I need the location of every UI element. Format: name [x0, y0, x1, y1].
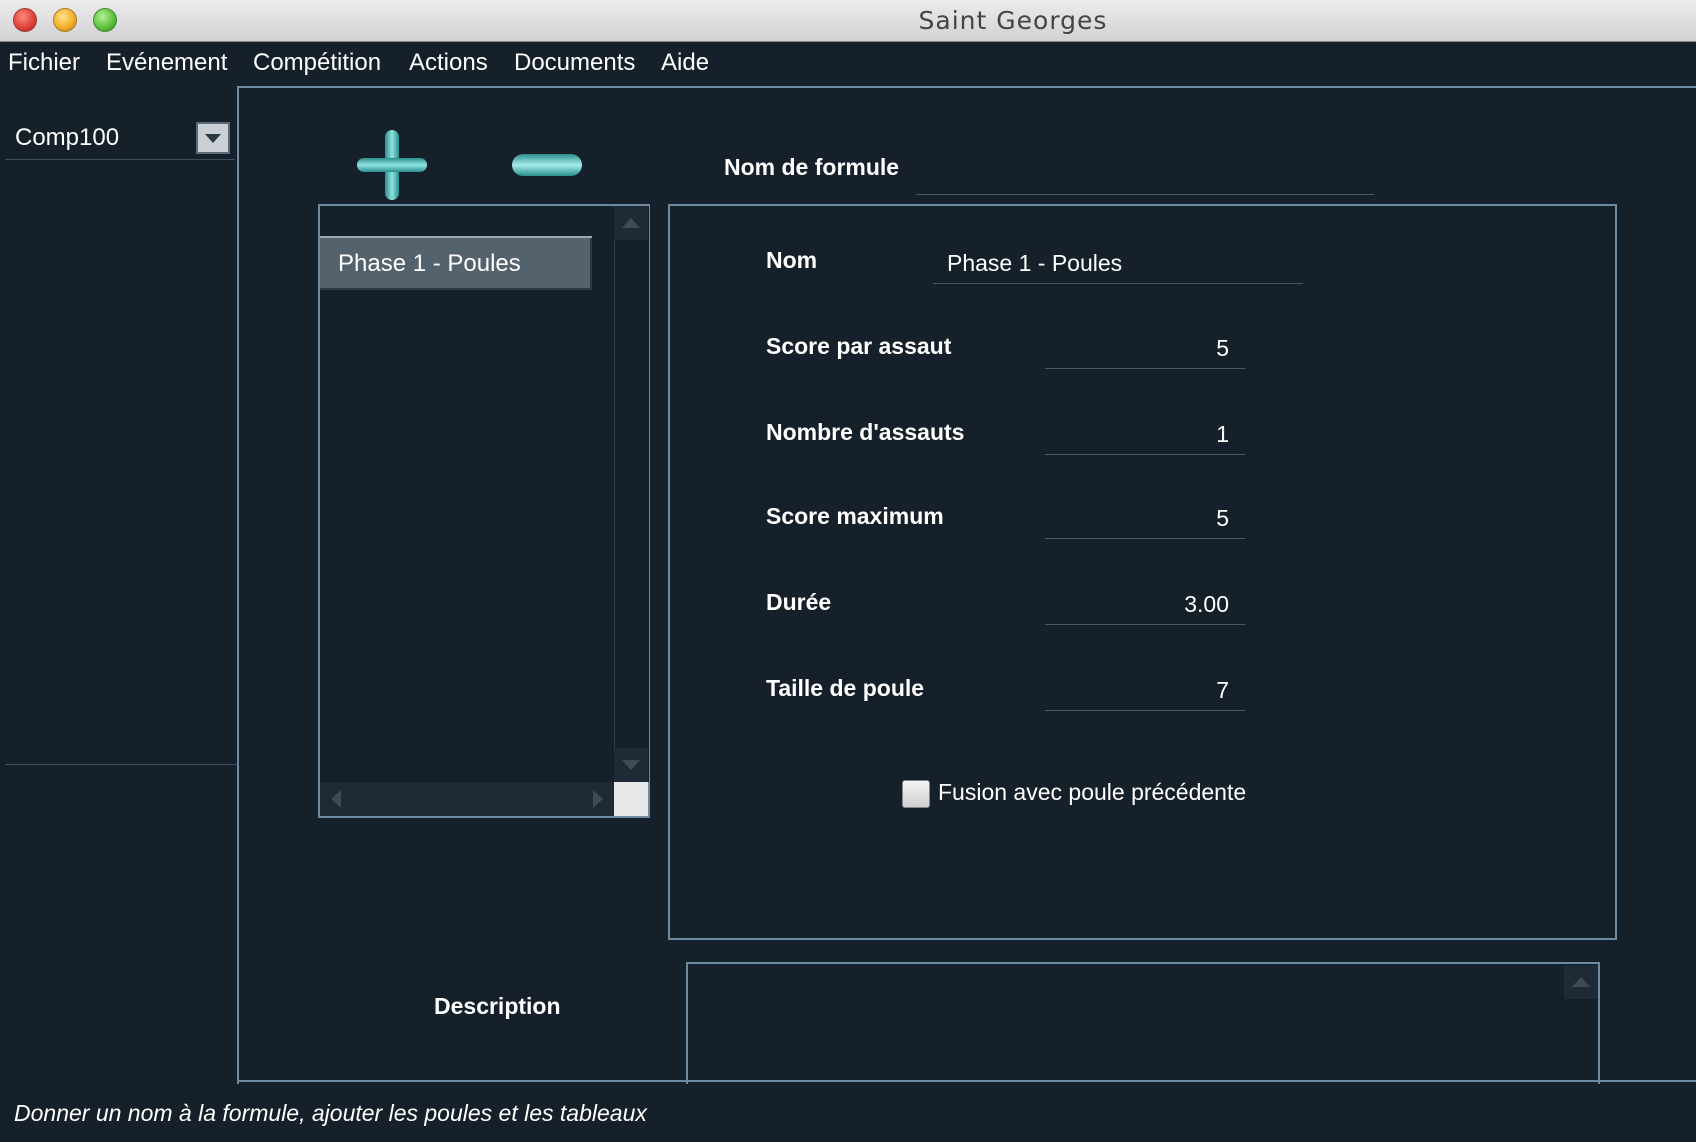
arrow-up-icon — [1572, 977, 1590, 987]
phase-list-horizontal-scrollbar[interactable] — [320, 782, 614, 816]
status-message: Donner un nom à la formule, ajouter les … — [14, 1100, 647, 1126]
duree-input[interactable] — [1045, 585, 1245, 625]
arrow-left-icon — [331, 790, 341, 808]
score-par-assaut-label: Score par assaut — [766, 333, 952, 359]
menu-evenement[interactable]: Evénement — [106, 42, 227, 84]
menu-aide[interactable]: Aide — [661, 42, 709, 84]
nombre-assauts-label: Nombre d'assauts — [766, 419, 965, 445]
phase-list[interactable] — [318, 204, 650, 818]
window-title: Saint Georges — [918, 6, 1108, 35]
arrow-down-icon — [622, 760, 640, 770]
description-label: Description — [434, 993, 561, 1019]
score-par-assaut-input[interactable] — [1045, 329, 1245, 369]
scrollbar-corner — [614, 782, 648, 816]
taille-de-poule-input[interactable] — [1045, 671, 1245, 711]
formula-name-input[interactable] — [916, 150, 1374, 195]
arrow-up-icon — [622, 218, 640, 228]
remove-phase-button[interactable] — [512, 152, 582, 178]
scroll-right-button[interactable] — [580, 782, 614, 816]
description-textarea[interactable] — [686, 962, 1600, 1084]
left-panel-separator — [5, 764, 237, 765]
phase-list-header — [320, 206, 592, 238]
phase-properties-panel — [668, 204, 1617, 940]
left-panel-divider — [237, 86, 239, 1084]
duree-label: Durée — [766, 589, 832, 615]
menu-fichier[interactable]: Fichier — [8, 42, 80, 84]
menu-bar: Fichier Evénement Compétition Actions Do… — [0, 42, 1696, 84]
description-scroll-up-button[interactable] — [1564, 965, 1598, 999]
scroll-down-button[interactable] — [614, 748, 648, 782]
competition-select-underline — [5, 159, 235, 160]
competition-select-value[interactable]: Comp100 — [15, 124, 119, 152]
nom-label: Nom — [766, 247, 818, 273]
nombre-assauts-input[interactable] — [1045, 415, 1245, 455]
phase-list-item[interactable]: Phase 1 - Poules — [320, 238, 592, 290]
menu-actions[interactable]: Actions — [409, 42, 488, 84]
fusion-checkbox[interactable] — [902, 780, 930, 808]
nom-input[interactable] — [933, 244, 1303, 284]
formula-name-label: Nom de formule — [724, 154, 900, 180]
arrow-right-icon — [593, 790, 603, 808]
menu-documents[interactable]: Documents — [514, 42, 635, 84]
add-phase-button[interactable] — [357, 130, 427, 200]
score-maximum-input[interactable] — [1045, 499, 1245, 539]
taille-de-poule-label: Taille de poule — [766, 675, 925, 701]
scroll-up-button[interactable] — [614, 206, 648, 240]
fusion-checkbox-label[interactable]: Fusion avec poule précédente — [938, 779, 1246, 806]
menu-competition[interactable]: Compétition — [253, 42, 381, 84]
chevron-down-icon — [205, 134, 221, 143]
phase-list-vertical-scrollbar[interactable] — [614, 206, 649, 782]
score-maximum-label: Score maximum — [766, 503, 944, 529]
scroll-left-button[interactable] — [320, 782, 354, 816]
main-panel-top-border — [237, 86, 1696, 88]
